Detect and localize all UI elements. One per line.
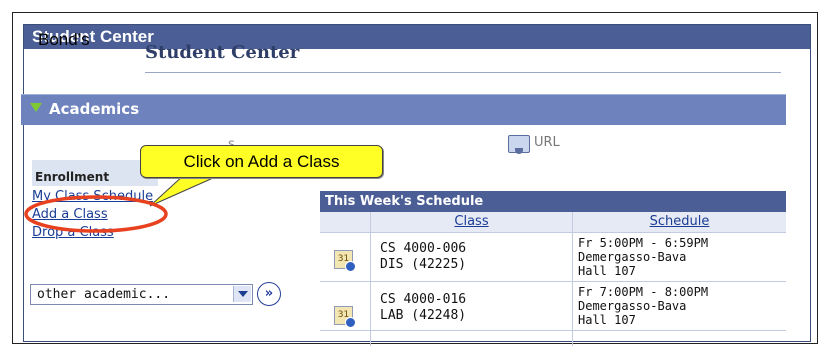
enrollment-heading: Enrollment (35, 170, 110, 184)
schedule-title: This Week's Schedule (320, 191, 786, 212)
table-row: 31 CS 4000-016 LAB (42248) Fr 7:00PM - 8… (320, 282, 786, 331)
url-link[interactable]: URL (534, 135, 560, 150)
add-a-class-link[interactable]: Add a Class (32, 207, 108, 222)
callout-text: Click on Add a Class (183, 152, 340, 171)
academics-label: Academics (49, 100, 140, 118)
class-section: DIS (42225) (380, 257, 467, 272)
window-title: Student Center (24, 25, 810, 49)
class-time: Fr 7:00PM - 8:00PM (578, 285, 709, 299)
page-title: Student Center (145, 42, 300, 63)
icon-column-header (320, 212, 370, 233)
schedule-column-header[interactable]: Schedule (573, 212, 786, 233)
academics-section-header[interactable]: Academics (21, 94, 786, 125)
title-divider (145, 72, 781, 73)
class-room: Hall 107 (578, 264, 636, 278)
my-class-schedule-link[interactable]: My Class Schedule (32, 189, 153, 204)
class-details-icon[interactable]: 31 (334, 250, 356, 272)
url-icon[interactable] (508, 135, 530, 154)
expand-triangle-icon[interactable] (30, 103, 42, 112)
class-section: LAB (42248) (380, 308, 467, 323)
class-building: Demergasso-Bava (578, 250, 687, 264)
dropdown-value: other academic... (37, 287, 171, 302)
institution-label: Bond’s (38, 30, 90, 49)
class-code: CS 4000-006 (380, 241, 467, 256)
class-code: CS 4000-016 (380, 292, 467, 307)
other-academic-dropdown[interactable]: other academic... (30, 284, 253, 305)
class-building: Demergasso-Bava (578, 299, 687, 313)
drop-a-class-link[interactable]: Drop a Class (32, 225, 114, 240)
weekly-schedule-table: This Week's Schedule Class Schedule 31 C… (320, 191, 786, 346)
chevron-down-icon[interactable] (233, 286, 251, 302)
class-column-header[interactable]: Class (371, 212, 572, 233)
class-room: Hall 107 (578, 313, 636, 327)
table-row: 31 CS 4000-006 DIS (42225) Fr 5:00PM - 6… (320, 233, 786, 282)
go-button[interactable]: » (257, 282, 281, 306)
class-details-icon[interactable]: 31 (334, 306, 356, 328)
instruction-callout: Click on Add a Class (140, 145, 383, 178)
class-time: Fr 5:00PM - 6:59PM (578, 236, 709, 250)
